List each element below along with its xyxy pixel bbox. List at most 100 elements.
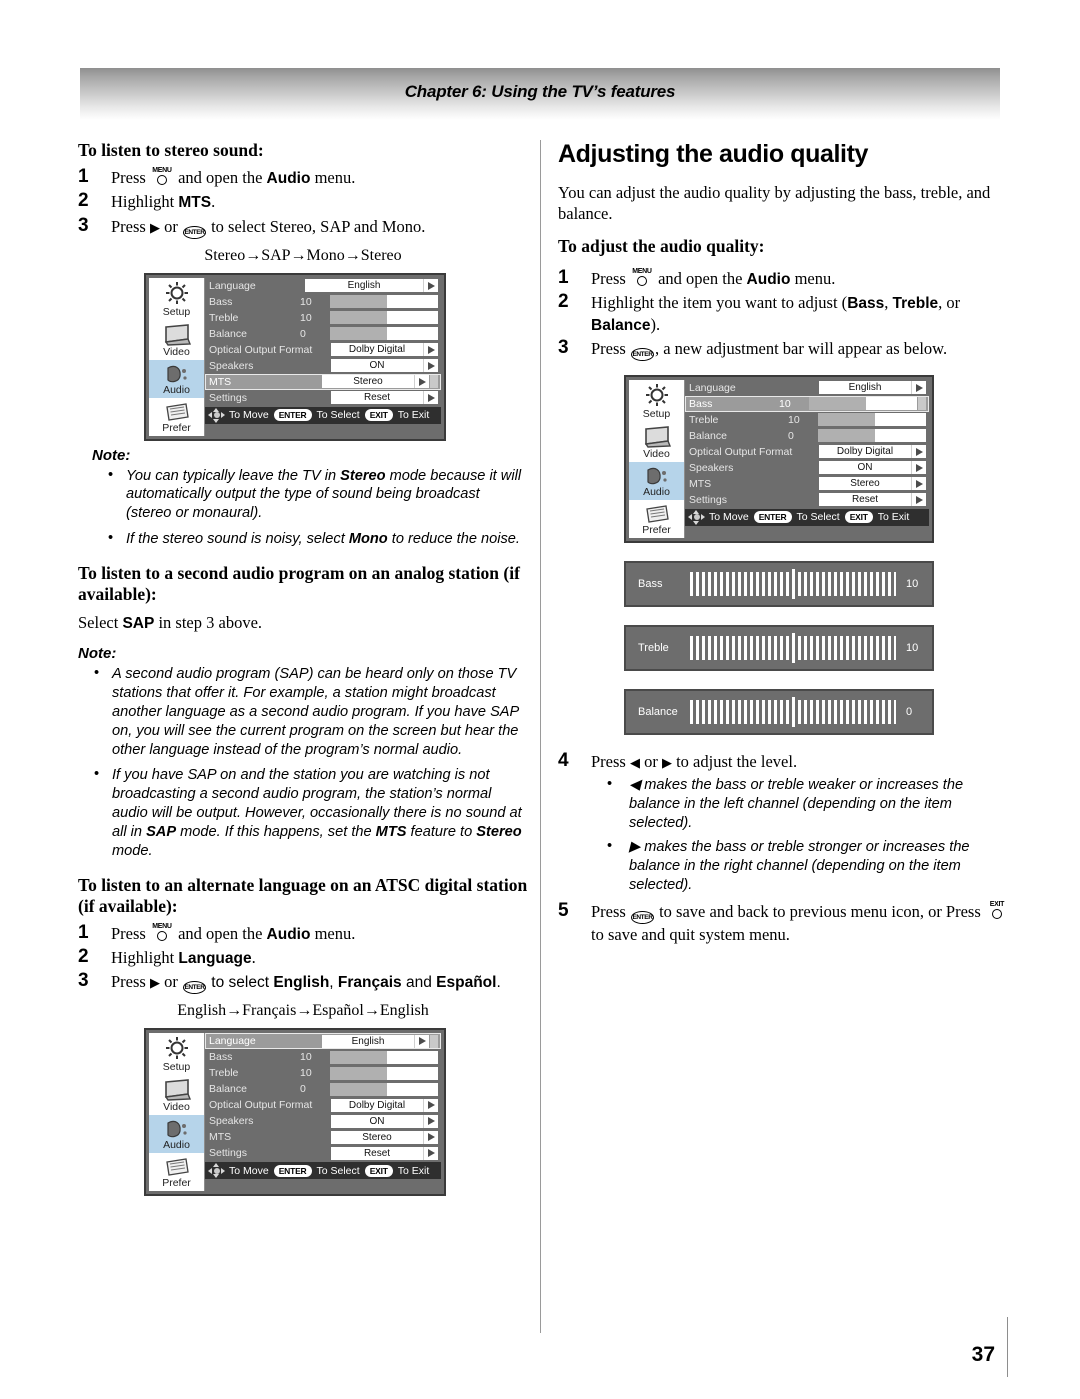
osd-tab-setup[interactable]: Setup — [149, 1033, 204, 1076]
osd-tab-video[interactable]: Video — [149, 1075, 204, 1116]
osd-value-box: Reset — [819, 493, 911, 507]
osd-slider-treble[interactable] — [330, 311, 438, 325]
osd-tab-audio[interactable]: Audio — [629, 461, 684, 500]
osd-row-language[interactable]: Language English — [685, 380, 929, 396]
exit-button-icon: EXIT — [986, 901, 1008, 920]
adjust-bar-treble[interactable]: Treble 10 — [624, 624, 934, 671]
osd-tab-audio[interactable]: Audio — [149, 359, 204, 398]
osd-row-language[interactable]: Language English — [205, 1033, 441, 1050]
chevron-right-icon[interactable] — [911, 493, 926, 507]
chevron-right-icon[interactable] — [911, 461, 926, 475]
chevron-right-icon[interactable] — [911, 381, 926, 395]
osd-row-mts[interactable]: MTS Stereo — [685, 476, 929, 492]
adjust-bar-balance[interactable]: Balance 0 — [624, 688, 934, 735]
step-number: 2 — [78, 946, 89, 968]
osd-row-mts[interactable]: MTS Stereo — [205, 373, 441, 390]
osd-row-settings[interactable]: Settings Reset — [685, 492, 929, 508]
osd-row-treble[interactable]: Treble 10 — [205, 310, 441, 326]
step-text-pre: Highlight the item you want to adjust ( — [591, 292, 848, 312]
left-column: To listen to stereo sound: 1 Press MENU … — [78, 140, 528, 1197]
step-text-tail: to adjust the level. — [671, 751, 798, 771]
osd-scrollbar[interactable] — [918, 397, 926, 411]
osd-row-bass[interactable]: Bass 10 — [205, 294, 441, 310]
osd-row-language[interactable]: Language English — [205, 278, 441, 294]
osd-tab-video[interactable]: Video — [149, 319, 204, 360]
osd-row-optical-output-format[interactable]: Optical Output Format Dolby Digital — [205, 342, 441, 358]
osd-row-treble[interactable]: Treble 10 — [205, 1065, 441, 1081]
adjust-bar-ticks[interactable] — [690, 568, 896, 599]
adjust-bar-bass[interactable]: Bass 10 — [624, 560, 934, 607]
note-item: If the stereo sound is noisy, select Mon… — [106, 529, 528, 549]
osd-tab-strip: Setup Video Audio Prefer — [149, 277, 205, 436]
osd-row-label: Optical Output Format — [209, 1099, 313, 1112]
step-text-pre: Press — [591, 268, 630, 288]
osd-row-balance[interactable]: Balance 0 — [205, 326, 441, 342]
adjust-bar-ticks[interactable] — [690, 696, 896, 727]
chevron-right-icon[interactable] — [414, 375, 429, 389]
osd-row-balance[interactable]: Balance 0 — [685, 428, 929, 444]
osd-value-box: ON — [331, 1114, 423, 1128]
osd-row-optical-output-format[interactable]: Optical Output Format Dolby Digital — [205, 1097, 441, 1113]
osd-row-label: Speakers — [689, 461, 734, 474]
chevron-right-icon[interactable] — [911, 477, 926, 491]
chevron-right-icon[interactable] — [423, 279, 438, 293]
sap-instruction: Select SAP in step 3 above. — [78, 612, 263, 632]
osd-tab-setup[interactable]: Setup — [149, 277, 204, 320]
chevron-right-icon[interactable] — [423, 1146, 438, 1160]
osd-tab-prefer[interactable]: Prefer — [149, 1153, 204, 1192]
page-title: Adjusting the audio quality — [558, 140, 869, 168]
osd-row-settings[interactable]: Settings Reset — [205, 390, 441, 406]
osd-row-label: Treble — [209, 1067, 239, 1080]
osd-row-bass[interactable]: Bass 10 — [205, 1049, 441, 1065]
osd-row-value: 0 — [300, 327, 306, 340]
osd-tab-label: Video — [643, 447, 670, 460]
chevron-right-icon[interactable] — [423, 391, 438, 405]
step-text-tail: menu. — [790, 268, 836, 288]
osd-row-value: 10 — [788, 413, 800, 426]
osd-row-speakers[interactable]: Speakers ON — [685, 460, 929, 476]
osd-row-speakers[interactable]: Speakers ON — [205, 358, 441, 374]
osd-value-box: Reset — [331, 1146, 423, 1160]
osd-scrollbar[interactable] — [430, 375, 438, 389]
osd-slider-balance[interactable] — [330, 327, 438, 341]
osd-slider-bass[interactable] — [330, 295, 438, 309]
chevron-right-icon[interactable] — [423, 1130, 438, 1144]
chevron-right-icon[interactable] — [414, 1034, 429, 1048]
osd-tab-setup[interactable]: Setup — [629, 379, 684, 422]
osd-row-mts[interactable]: MTS Stereo — [205, 1129, 441, 1145]
osd-slider-treble[interactable] — [330, 1066, 438, 1080]
adjust-bar-marker — [791, 632, 795, 663]
chevron-right-icon[interactable] — [423, 359, 438, 373]
osd-scrollbar[interactable] — [430, 1034, 438, 1048]
osd-slider-balance[interactable] — [330, 1082, 438, 1096]
adjust-bar-ticks[interactable] — [690, 632, 896, 663]
adjust-bar-value: 10 — [906, 577, 919, 590]
osd-tab-video[interactable]: Video — [629, 421, 684, 462]
osd-row-settings[interactable]: Settings Reset — [205, 1145, 441, 1161]
osd-row-label: Settings — [209, 1147, 247, 1160]
enter-button-icon: ENTER — [182, 981, 206, 995]
osd-row-balance[interactable]: Balance 0 — [205, 1081, 441, 1097]
osd-tab-prefer[interactable]: Prefer — [629, 499, 684, 538]
osd-row-treble[interactable]: Treble 10 — [685, 412, 929, 428]
osd-slider-treble[interactable] — [818, 413, 926, 427]
step-text-mid: or — [639, 751, 662, 771]
chevron-right-icon[interactable] — [911, 445, 926, 459]
chevron-right-icon[interactable] — [423, 1114, 438, 1128]
tv-screen-icon — [642, 425, 672, 449]
osd-tab-prefer[interactable]: Prefer — [149, 397, 204, 436]
osd-row-speakers[interactable]: Speakers ON — [205, 1113, 441, 1129]
osd-slider-balance[interactable] — [818, 429, 926, 443]
chevron-right-icon[interactable] — [423, 343, 438, 357]
osd-tab-audio[interactable]: Audio — [149, 1115, 204, 1154]
osd-footer-hints: To Move ENTER To Select EXIT To Exit — [205, 406, 441, 424]
osd-row-bass[interactable]: Bass 10 — [685, 395, 929, 412]
note-item: You can typically leave the TV in Stereo… — [106, 466, 528, 523]
osd-row-value: 10 — [300, 1067, 312, 1080]
osd-value-box: ON — [819, 461, 911, 475]
enter-key-pill: ENTER — [273, 1164, 312, 1177]
chevron-right-icon[interactable] — [423, 1098, 438, 1112]
osd-row-optical-output-format[interactable]: Optical Output Format Dolby Digital — [685, 444, 929, 460]
osd-slider-bass[interactable] — [809, 397, 917, 411]
osd-slider-bass[interactable] — [330, 1050, 438, 1064]
